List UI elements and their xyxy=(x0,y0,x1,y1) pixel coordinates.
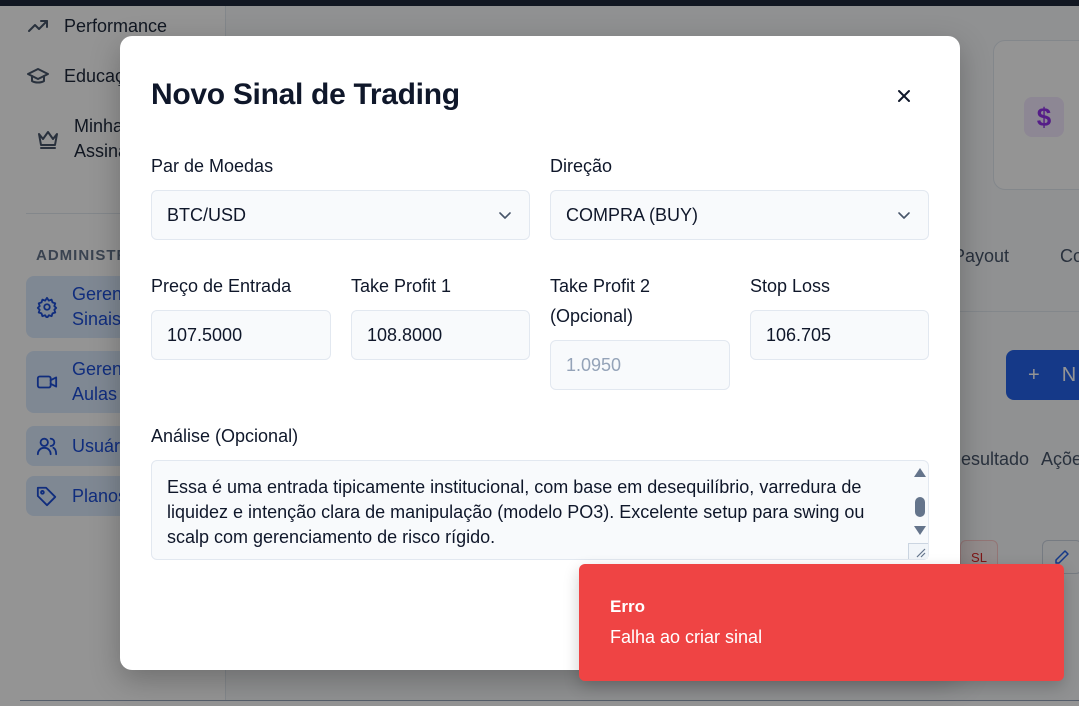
close-icon xyxy=(898,90,910,102)
pair-select[interactable]: BTC/USD xyxy=(151,190,530,240)
take-profit-1-input[interactable]: 108.8000 xyxy=(351,310,530,360)
stop-loss-label: Stop Loss xyxy=(750,276,831,296)
chevron-down-icon xyxy=(499,212,511,219)
scroll-down-arrow-icon[interactable] xyxy=(914,526,926,535)
toast-title: Erro xyxy=(610,597,645,616)
analysis-label: Análise (Opcional) xyxy=(151,426,299,446)
dialog-title: Novo Sinal de Trading xyxy=(151,78,460,111)
chevron-down-icon xyxy=(898,212,910,219)
analysis-textarea[interactable]: Essa é uma entrada tipicamente instituci… xyxy=(151,460,929,560)
entry-price-input[interactable]: 107.5000 xyxy=(151,310,331,360)
direction-select[interactable]: COMPRA (BUY) xyxy=(550,190,929,240)
analysis-text: Essa é uma entrada tipicamente instituci… xyxy=(167,477,865,547)
pair-select-value: BTC/USD xyxy=(167,204,247,225)
pair-label: Par de Moedas xyxy=(151,156,274,176)
take-profit-1-label: Take Profit 1 xyxy=(351,276,452,296)
scroll-up-arrow-icon[interactable] xyxy=(914,468,926,477)
close-button[interactable] xyxy=(894,86,914,106)
scrollbar-thumb[interactable] xyxy=(915,497,925,517)
direction-label: Direção xyxy=(550,156,613,176)
take-profit-2-label-line1: Take Profit 2 xyxy=(550,276,651,296)
take-profit-2-input[interactable]: 1.0950 xyxy=(550,340,730,390)
direction-select-value: COMPRA (BUY) xyxy=(566,204,699,225)
take-profit-2-label: Take Profit 2 (Opcional) xyxy=(550,271,650,331)
toast-message: Falha ao criar sinal xyxy=(610,627,763,647)
error-toast: Erro Falha ao criar sinal xyxy=(579,564,1064,681)
take-profit-2-label-line2: (Opcional) xyxy=(550,306,634,326)
resize-handle[interactable] xyxy=(908,543,928,559)
entry-price-label: Preço de Entrada xyxy=(151,276,292,296)
stop-loss-input[interactable]: 106.705 xyxy=(750,310,929,360)
resize-grip-icon xyxy=(916,548,926,558)
